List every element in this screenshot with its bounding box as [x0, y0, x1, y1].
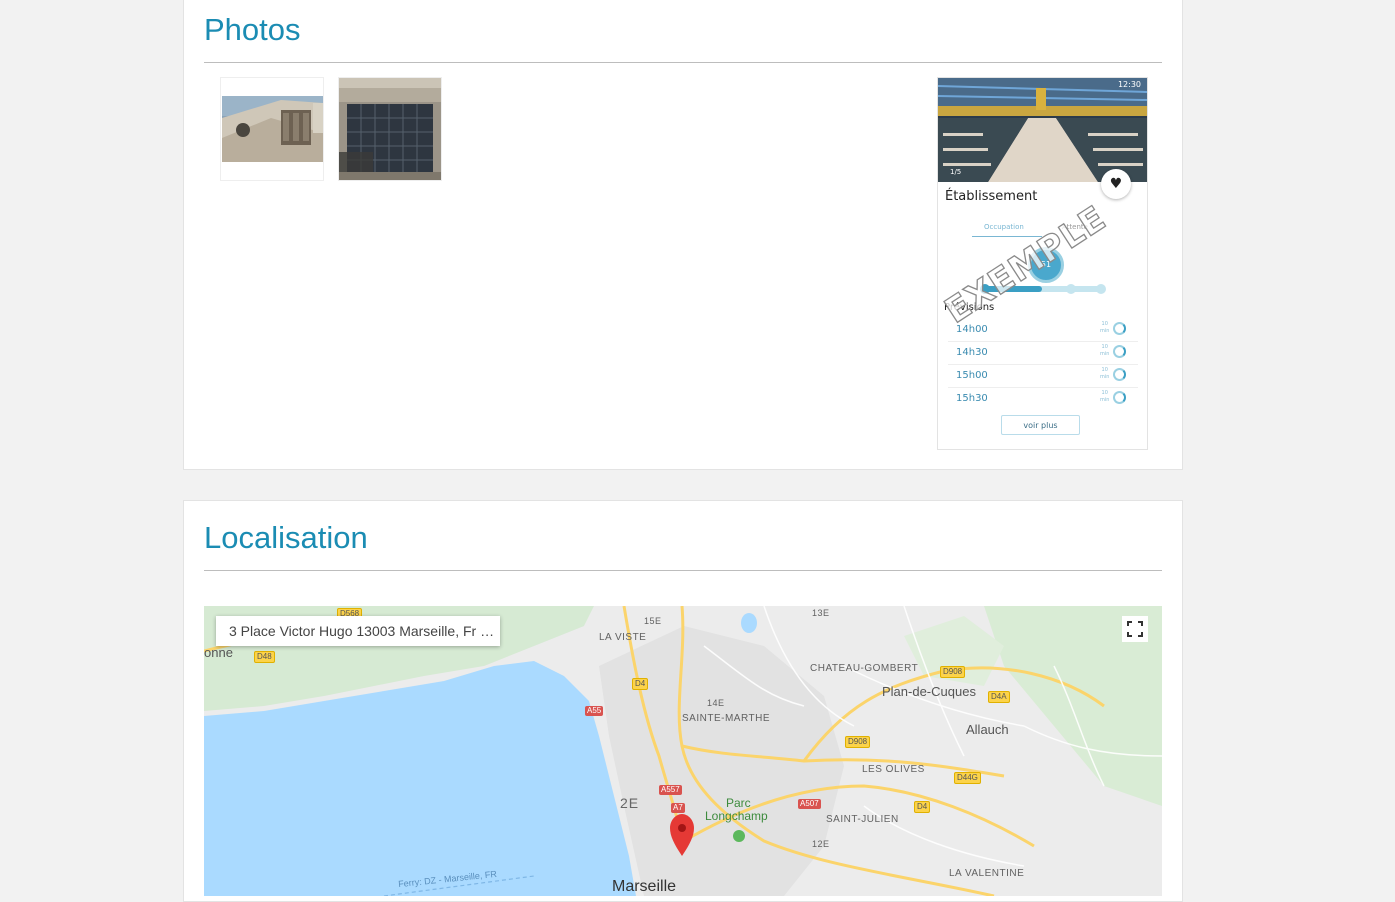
forecast-row: 14h00 10 min — [948, 318, 1138, 342]
road-shield: A557 — [659, 785, 682, 795]
localisation-title: Localisation — [204, 520, 368, 555]
forecast-value: 10 min — [1100, 344, 1109, 358]
map-label: Allauch — [966, 722, 1009, 737]
forecast-row: 15h00 10 min — [948, 364, 1138, 388]
photo-thumbnail-2[interactable] — [338, 77, 442, 181]
map-label: 14E — [707, 698, 725, 708]
map-label: SAINT-JULIEN — [826, 814, 899, 825]
map-label: LA VISTE — [599, 632, 647, 643]
slider-dot — [1066, 284, 1076, 294]
map-label: Plan-de-Cuques — [882, 684, 976, 699]
forecast-value-number: 10 — [1101, 344, 1108, 350]
photo-thumbnail-1[interactable] — [220, 77, 324, 181]
forecast-value-unit: min — [1100, 328, 1110, 334]
map[interactable]: LA VISTE SAINTE-MARTHE CHATEAU-GOMBERT P… — [204, 606, 1162, 896]
map-label-park: Longchamp — [705, 809, 768, 823]
road-shield: A55 — [585, 706, 604, 716]
tab-occupation[interactable]: Occupation — [984, 223, 1024, 231]
forecast-value-number: 10 — [1101, 367, 1108, 373]
road-shield: A507 — [798, 799, 821, 809]
see-more-button[interactable]: voir plus — [1001, 415, 1080, 435]
road-shield: D48 — [254, 651, 275, 663]
map-label: CHATEAU-GOMBERT — [810, 663, 919, 674]
map-label: 13E — [812, 608, 830, 618]
establishment-label: Établissement — [945, 189, 1038, 204]
fullscreen-icon — [1127, 621, 1143, 637]
map-fullscreen-button[interactable] — [1122, 616, 1148, 642]
forecast-value-number: 10 — [1101, 390, 1108, 396]
road-shield: D908 — [940, 666, 966, 678]
photo-1-image — [221, 78, 323, 180]
slider-dot — [1096, 284, 1106, 294]
road-shield: D4 — [914, 801, 931, 813]
forecast-value-unit: min — [1100, 374, 1110, 380]
map-base-layer — [204, 606, 1162, 896]
map-label: onne — [204, 645, 233, 660]
forecast-time: 15h00 — [956, 370, 988, 381]
photos-divider — [204, 62, 1162, 63]
forecast-value: 10 min — [1100, 321, 1109, 335]
forecast-value-number: 10 — [1101, 321, 1108, 327]
forecast-row: 14h30 10 min — [948, 341, 1138, 365]
photo-counter: 1/5 — [950, 168, 962, 176]
status-bar-time: 12:30 — [1117, 80, 1141, 89]
forecast-value: 10 min — [1100, 390, 1109, 404]
forecast-value-unit: min — [1100, 397, 1110, 403]
forecast-time: 15h30 — [956, 393, 988, 404]
map-label: 15E — [644, 616, 662, 626]
road-shield: D4 — [632, 678, 649, 690]
photos-title: Photos — [204, 12, 301, 47]
forecast-ring-icon — [1113, 391, 1126, 404]
photos-card: Photos 12:30 1/5 ♥ Établissement Occupat… — [183, 0, 1183, 470]
map-label: 2E — [620, 795, 640, 811]
localisation-card: Localisation LA VISTE SAINTE-MARTHE CHAT… — [183, 500, 1183, 902]
map-label: LES OLIVES — [862, 764, 925, 775]
map-label: LA VALENTINE — [949, 868, 1025, 879]
localisation-divider — [204, 570, 1162, 571]
forecast-ring-icon — [1113, 345, 1126, 358]
forecast-value-unit: min — [1100, 351, 1110, 357]
app-preview-mockup: 12:30 1/5 ♥ Établissement Occupation Att… — [937, 77, 1148, 450]
forecast-ring-icon — [1113, 368, 1126, 381]
forecast-row: 15h30 10 min — [948, 387, 1138, 410]
map-label: SAINTE-MARTHE — [682, 713, 770, 724]
forecast-ring-icon — [1113, 322, 1126, 335]
map-label: 12E — [812, 839, 830, 849]
map-label: Marseille — [612, 878, 677, 895]
library-hero-image — [938, 78, 1147, 182]
forecast-value: 10 min — [1100, 367, 1109, 381]
road-shield: D908 — [845, 736, 871, 748]
map-address-box[interactable]: 3 Place Victor Hugo 13003 Marseille, Fr … — [216, 616, 500, 646]
road-shield: A7 — [671, 803, 685, 813]
photo-2-image — [339, 78, 441, 180]
road-shield: D4A — [988, 691, 1010, 703]
forecast-time: 14h30 — [956, 347, 988, 358]
road-shield: D44G — [954, 772, 981, 784]
